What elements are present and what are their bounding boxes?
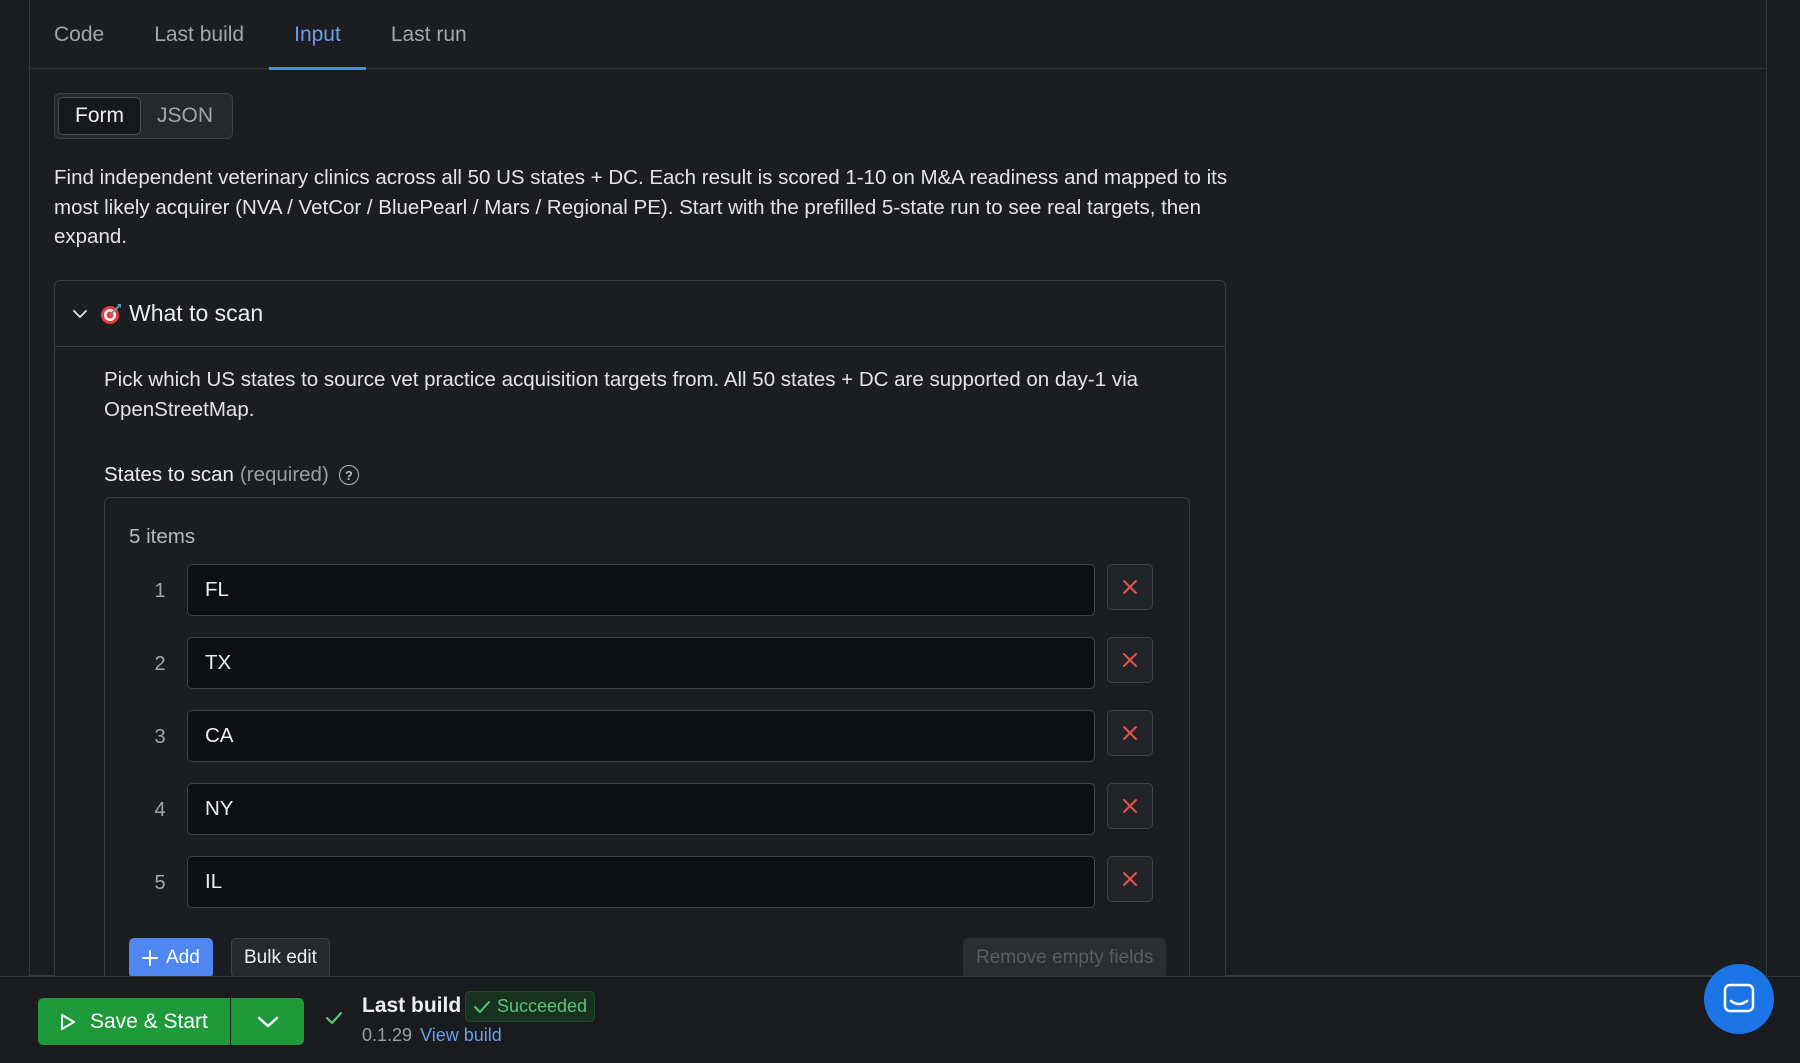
field-label-text: States to scan — [104, 463, 234, 486]
remove-item-button[interactable] — [1107, 783, 1153, 829]
state-input[interactable]: CA — [187, 710, 1095, 762]
add-item-button[interactable]: Add — [129, 938, 213, 978]
list-item: 2 TX — [105, 637, 1191, 691]
section-description: Pick which US states to source vet pract… — [104, 368, 1139, 421]
remove-item-button[interactable] — [1107, 856, 1153, 902]
close-icon — [1123, 653, 1137, 667]
state-input[interactable]: FL — [187, 564, 1095, 616]
version-number: 0.1.29 — [362, 1025, 413, 1045]
last-build-title: Last build — [362, 994, 462, 1017]
plus-icon — [142, 950, 158, 966]
state-input[interactable]: NY — [187, 783, 1095, 835]
chat-icon — [1723, 983, 1755, 1013]
build-version: 0.1.29 View build — [362, 1025, 502, 1046]
item-index: 2 — [154, 653, 166, 675]
states-field-label: States to scan (required) ? — [104, 463, 359, 487]
mode-form-button[interactable]: Form — [58, 97, 141, 135]
help-icon[interactable]: ? — [338, 465, 359, 485]
list-item: 5 IL — [105, 856, 1191, 910]
bulk-edit-button[interactable]: Bulk edit — [231, 938, 330, 978]
check-icon — [474, 1000, 490, 1013]
item-index: 3 — [154, 726, 166, 748]
chevron-down-icon — [257, 1016, 278, 1027]
items-count: 5 items — [129, 525, 196, 548]
tab-input[interactable]: Input — [269, 0, 366, 70]
tab-last-build[interactable]: Last build — [129, 0, 269, 69]
view-build-link[interactable]: View build — [420, 1025, 502, 1045]
play-icon — [61, 1013, 75, 1030]
save-label: Save & Start — [90, 1009, 208, 1033]
tab-code[interactable]: Code — [29, 0, 129, 69]
status-badge: Succeeded — [465, 991, 596, 1022]
item-index: 4 — [154, 799, 166, 821]
remove-item-button[interactable] — [1107, 564, 1153, 610]
remove-empty-fields-button[interactable]: Remove empty fields — [963, 938, 1167, 978]
section-title: What to scan — [129, 300, 264, 326]
check-icon — [325, 1011, 343, 1025]
tab-last-run[interactable]: Last run — [366, 0, 492, 69]
remove-item-button[interactable] — [1107, 710, 1153, 756]
footer-bar: Save & Start Last build Succeeded 0.1.29… — [0, 976, 1800, 1063]
close-icon — [1123, 726, 1137, 740]
item-index: 5 — [154, 872, 166, 894]
list-item: 4 NY — [105, 783, 1191, 837]
add-label: Add — [166, 947, 200, 968]
state-input[interactable]: IL — [187, 856, 1095, 908]
close-icon — [1123, 799, 1137, 813]
list-item: 3 CA — [105, 710, 1191, 764]
item-index: 1 — [154, 580, 166, 602]
chat-launcher-button[interactable] — [1704, 964, 1774, 1034]
close-icon — [1123, 872, 1137, 886]
tab-bar: Code Last build Input Last run — [29, 0, 1767, 70]
list-item: 1 FL — [105, 564, 1191, 618]
chevron-down-icon[interactable] — [71, 305, 89, 323]
remove-item-button[interactable] — [1107, 637, 1153, 683]
input-description: Find independent veterinary clinics acro… — [54, 166, 1228, 248]
status-text: Succeeded — [497, 996, 588, 1016]
mode-json-button[interactable]: JSON — [141, 97, 229, 135]
required-marker: (required) — [239, 463, 329, 486]
save-options-dropdown[interactable] — [231, 998, 304, 1045]
section-what-to-scan: What to scan Pick which US states to sou… — [54, 280, 1226, 1017]
mode-toggle: Form JSON — [54, 93, 234, 139]
close-icon — [1123, 580, 1137, 594]
state-input[interactable]: TX — [187, 637, 1095, 689]
states-array: 5 items 1 FL 2 TX 3 CA 4 NY 5 IL Add Bul… — [104, 497, 1190, 1017]
section-header[interactable]: What to scan — [55, 281, 1225, 347]
save-and-start-button[interactable]: Save & Start — [38, 998, 230, 1045]
target-icon — [101, 303, 121, 324]
